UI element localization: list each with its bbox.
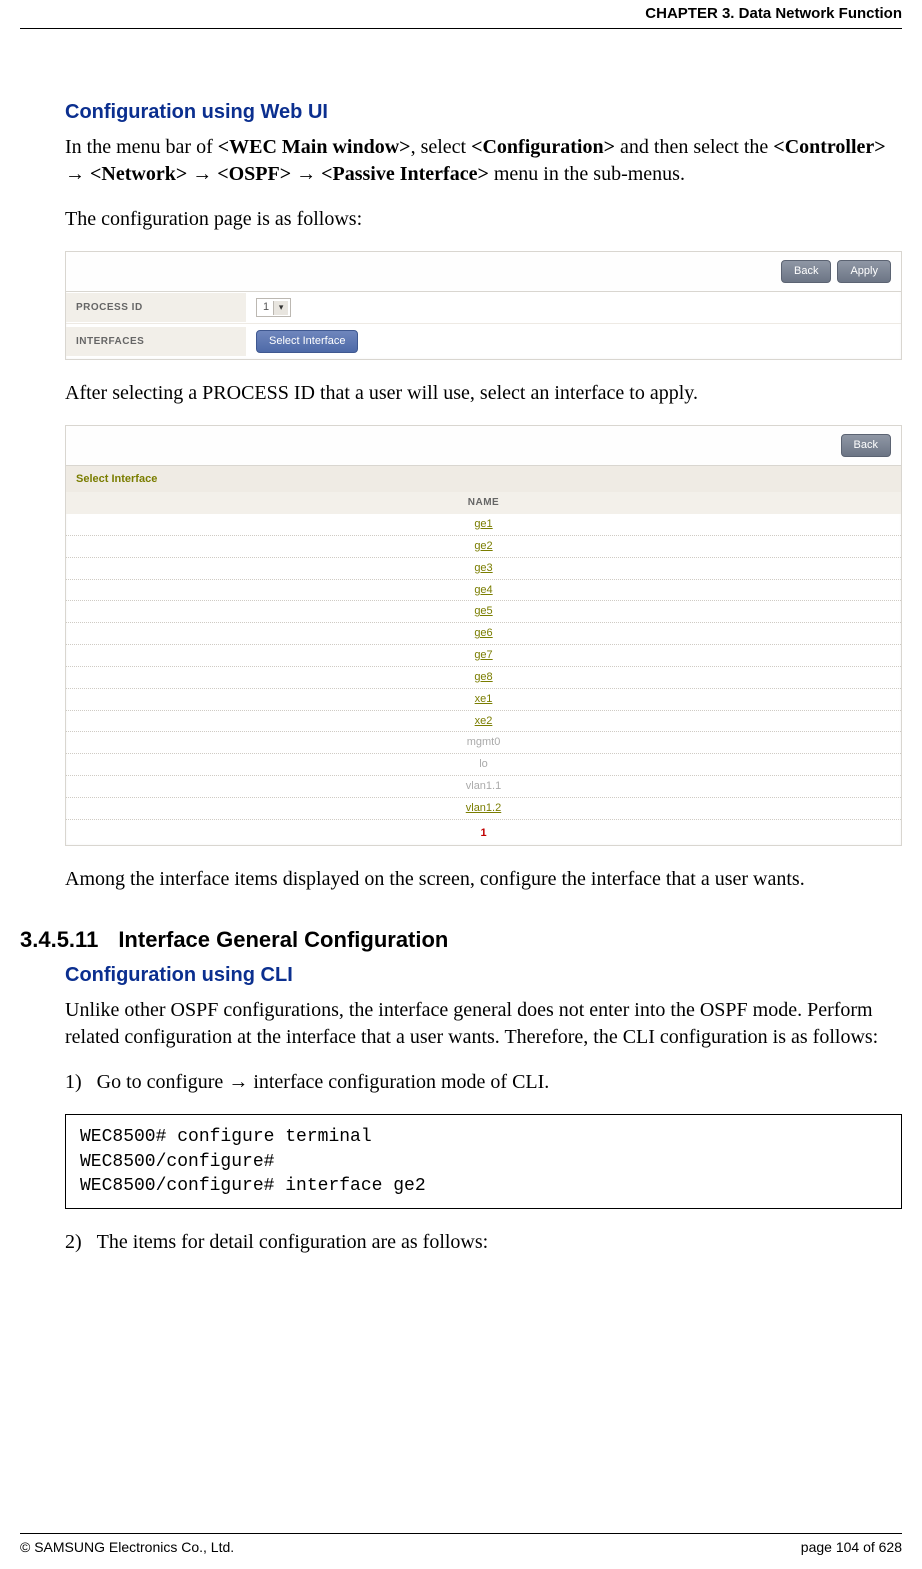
panel-toolbar: Back [66, 426, 901, 466]
section-heading-config-webui: Configuration using Web UI [65, 99, 902, 126]
text-line: The configuration page is as follows: [65, 206, 902, 233]
interface-item-vlan1-2[interactable]: vlan1.2 [66, 798, 901, 820]
text: , select [411, 136, 472, 158]
interface-item-ge4[interactable]: ge4 [66, 580, 901, 602]
interface-item-xe1[interactable]: xe1 [66, 689, 901, 711]
interface-item-mgmt0: mgmt0 [66, 732, 901, 754]
step-2: 2) The items for detail configuration ar… [65, 1229, 902, 1256]
arrow-icon: → [65, 163, 90, 185]
text-line: Among the interface items displayed on t… [65, 866, 902, 893]
text: and then select the [615, 136, 773, 158]
back-button[interactable]: Back [841, 434, 891, 457]
menu-ref-ospf: <OSPF> [217, 163, 291, 185]
interface-item-ge6[interactable]: ge6 [66, 623, 901, 645]
copyright: © SAMSUNG Electronics Co., Ltd. [20, 1538, 234, 1557]
select-interface-button[interactable]: Select Interface [256, 330, 358, 353]
step-text: The items for detail configuration are a… [97, 1231, 489, 1253]
interface-item-lo: lo [66, 754, 901, 776]
page-header: CHAPTER 3. Data Network Function [20, 4, 902, 29]
section-heading-config-cli: Configuration using CLI [65, 962, 902, 989]
interface-item-ge2[interactable]: ge2 [66, 536, 901, 558]
page-footer: © SAMSUNG Electronics Co., Ltd. page 104… [20, 1533, 902, 1557]
value-process-id: 1 ▾ [246, 292, 301, 323]
cli-code-block: WEC8500# configure terminal WEC8500/conf… [65, 1114, 902, 1209]
process-id-select[interactable]: 1 ▾ [256, 298, 291, 317]
interface-item-vlan1-1: vlan1.1 [66, 776, 901, 798]
interface-item-ge1[interactable]: ge1 [66, 514, 901, 536]
value-interfaces: Select Interface [246, 324, 368, 359]
interface-item-ge8[interactable]: ge8 [66, 667, 901, 689]
arrow-icon: → [291, 163, 321, 185]
step-text: Go to configure [97, 1071, 229, 1093]
screenshot-passive-interface-panel: Back Apply PROCESS ID 1 ▾ INTERFACES Sel… [65, 251, 902, 360]
arrow-icon: → [187, 163, 217, 185]
row-interfaces: INTERFACES Select Interface [66, 324, 901, 359]
chapter-title: CHAPTER 3. Data Network Function [645, 5, 902, 22]
menu-ref-network: <Network> [90, 163, 187, 185]
interface-item-ge7[interactable]: ge7 [66, 645, 901, 667]
step-1: 1) Go to configure → interface configura… [65, 1069, 902, 1096]
interface-item-xe2[interactable]: xe2 [66, 711, 901, 733]
interface-table-column-name: NAME [66, 492, 901, 514]
menu-ref-passive-interface: <Passive Interface> [321, 163, 489, 185]
interface-table: NAME ge1ge2ge3ge4ge5ge6ge7ge8xe1xe2mgmt0… [66, 492, 901, 844]
arrow-icon: → [228, 1071, 248, 1093]
step-text: interface configuration mode of CLI. [248, 1071, 549, 1093]
subsection-number: 3.4.5.11 [20, 925, 98, 955]
label-process-id: PROCESS ID [66, 293, 246, 323]
menu-ref-configuration: <Configuration> [471, 136, 615, 158]
label-interfaces: INTERFACES [66, 327, 246, 357]
apply-button[interactable]: Apply [837, 260, 891, 283]
back-button[interactable]: Back [781, 260, 831, 283]
screenshot-select-interface-panel: Back Select Interface NAME ge1ge2ge3ge4g… [65, 425, 902, 846]
subsection-title: Interface General Configuration [118, 925, 448, 955]
interface-item-ge5[interactable]: ge5 [66, 601, 901, 623]
pagination-current-page[interactable]: 1 [66, 820, 901, 845]
text: In the menu bar of [65, 136, 218, 158]
text-line: After selecting a PROCESS ID that a user… [65, 380, 902, 407]
section-lead-paragraph: In the menu bar of <WEC Main window>, se… [65, 134, 902, 188]
interface-item-ge3[interactable]: ge3 [66, 558, 901, 580]
page-number: page 104 of 628 [801, 1538, 902, 1557]
chevron-down-icon: ▾ [273, 301, 288, 315]
row-process-id: PROCESS ID 1 ▾ [66, 292, 901, 324]
process-id-selected-value: 1 [263, 300, 269, 315]
menu-ref-main-window: <WEC Main window> [218, 136, 411, 158]
text: menu in the sub-menus. [489, 163, 685, 185]
cli-paragraph: Unlike other OSPF configurations, the in… [65, 997, 902, 1051]
menu-ref-controller: <Controller> [773, 136, 885, 158]
select-interface-title: Select Interface [66, 466, 901, 493]
panel-toolbar: Back Apply [66, 252, 901, 292]
